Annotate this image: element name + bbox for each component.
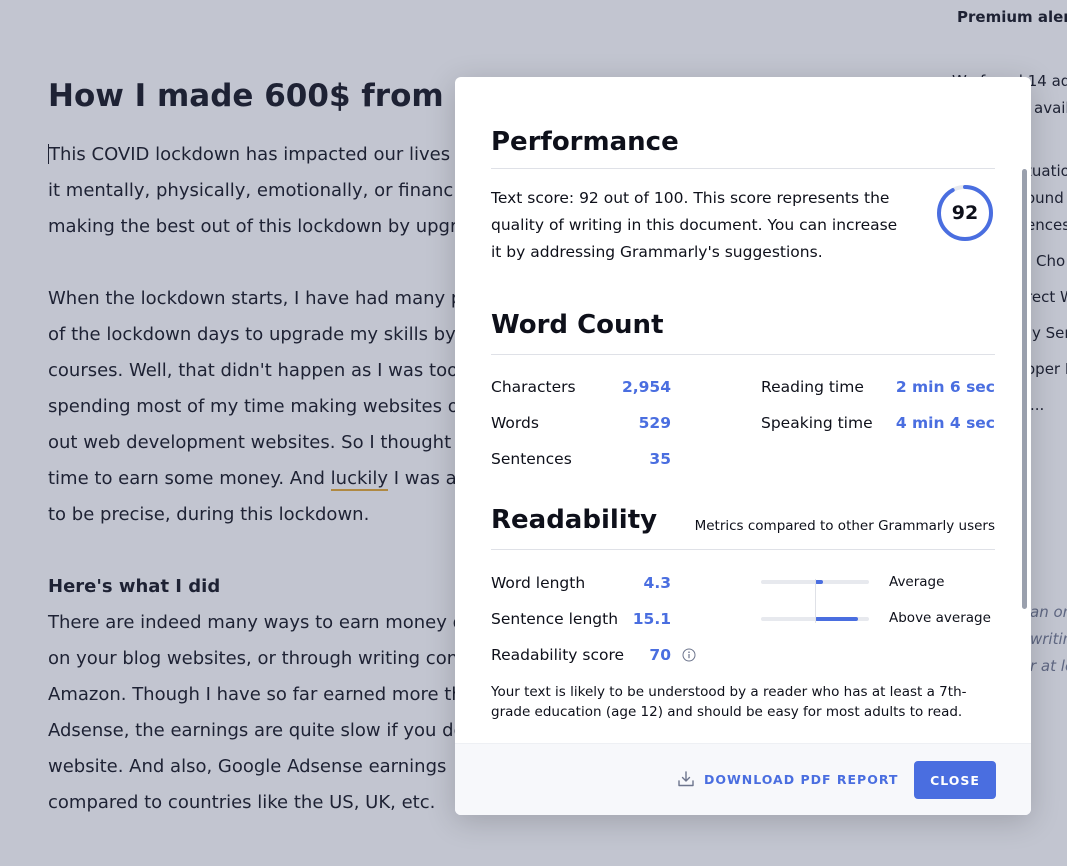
speaking-time-value: 4 min 4 sec bbox=[895, 414, 995, 432]
word-length-comparison: Average bbox=[889, 574, 945, 590]
words-value: 529 bbox=[638, 414, 671, 432]
divider bbox=[491, 168, 995, 169]
readability-title: Readability bbox=[491, 505, 658, 535]
metrics-comparison-note: Metrics compared to other Grammarly user… bbox=[694, 518, 995, 534]
modal-scrollbar[interactable] bbox=[1022, 169, 1027, 609]
performance-modal: Performance Text score: 92 out of 100. T… bbox=[455, 77, 1031, 815]
info-icon[interactable] bbox=[682, 648, 696, 662]
reading-time-value: 2 min 6 sec bbox=[895, 378, 995, 396]
readability-score-value: 70 bbox=[649, 646, 671, 664]
sentence-length-value: 15.1 bbox=[632, 610, 671, 628]
score-gauge: 92 bbox=[936, 184, 994, 242]
readability-description: Your text is likely to be understood by … bbox=[491, 684, 967, 720]
download-icon bbox=[678, 771, 694, 787]
speaking-time-label: Speaking time bbox=[761, 414, 873, 432]
word-length-bar-fill bbox=[815, 580, 823, 584]
average-marker-line bbox=[815, 579, 816, 623]
modal-scroll-area[interactable]: Performance Text score: 92 out of 100. T… bbox=[455, 77, 1031, 743]
sentences-label: Sentences bbox=[491, 450, 572, 468]
download-pdf-label: DOWNLOAD PDF REPORT bbox=[704, 771, 899, 787]
word-length-value: 4.3 bbox=[643, 574, 671, 592]
performance-title: Performance bbox=[491, 127, 679, 157]
performance-description: Text score: 92 out of 100. This score re… bbox=[491, 189, 898, 261]
sentence-length-comparison: Above average bbox=[889, 610, 991, 626]
reading-time-label: Reading time bbox=[761, 378, 864, 396]
characters-label: Characters bbox=[491, 378, 576, 396]
divider bbox=[491, 549, 995, 550]
sentence-length-bar-fill bbox=[815, 617, 859, 621]
word-count-title: Word Count bbox=[491, 310, 664, 340]
sentences-value: 35 bbox=[649, 450, 671, 468]
readability-score-label: Readability score bbox=[491, 646, 625, 664]
characters-value: 2,954 bbox=[621, 378, 671, 396]
word-length-label: Word length bbox=[491, 574, 586, 592]
divider bbox=[491, 354, 995, 355]
close-button[interactable]: CLOSE bbox=[914, 761, 996, 799]
words-label: Words bbox=[491, 414, 539, 432]
modal-footer: DOWNLOAD PDF REPORT CLOSE bbox=[455, 743, 1031, 815]
sentence-length-label: Sentence length bbox=[491, 610, 619, 628]
download-pdf-button[interactable]: DOWNLOAD PDF REPORT bbox=[677, 766, 898, 792]
score-value: 92 bbox=[951, 202, 979, 224]
